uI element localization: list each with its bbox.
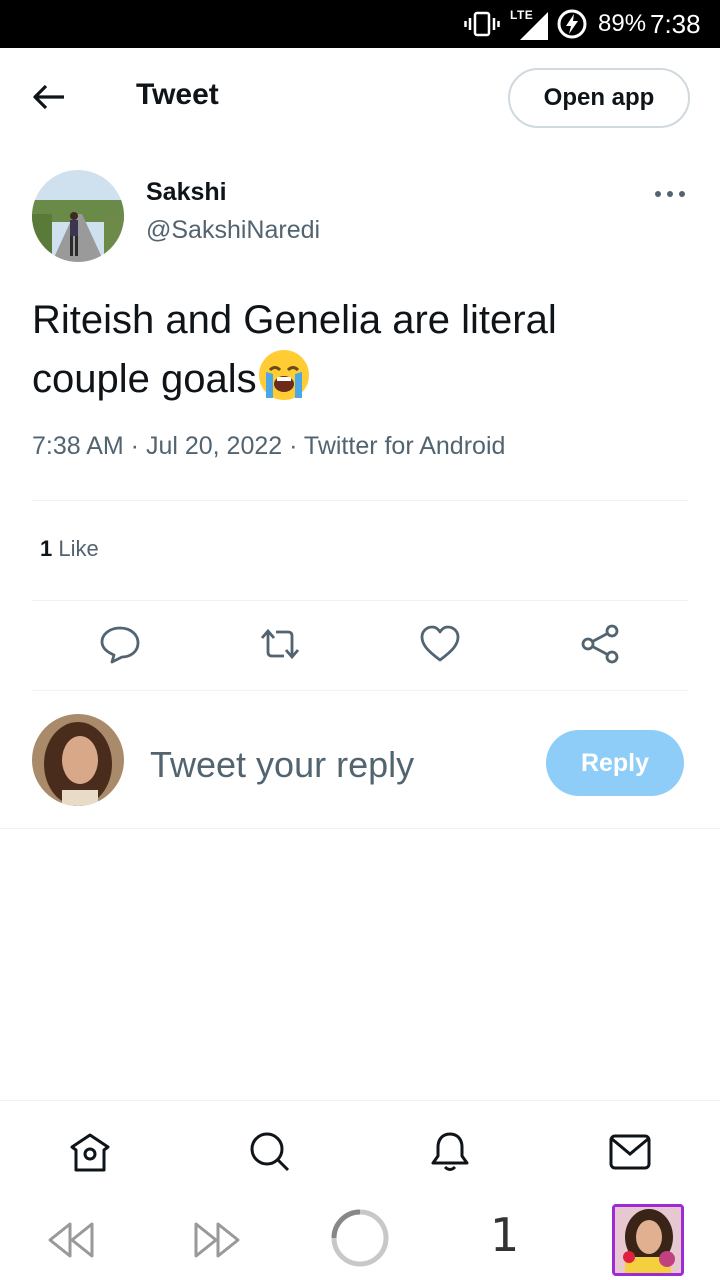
reply-button[interactable]: Reply: [546, 730, 684, 796]
likes-number: 1: [40, 536, 53, 561]
like-heart-icon[interactable]: [418, 622, 462, 666]
bottom-nav-divider: [0, 1100, 720, 1101]
likes-label: Like: [58, 536, 99, 561]
likes-count[interactable]: 1 Like: [40, 536, 99, 562]
tweet-text: Riteish and Genelia are literal couple g…: [32, 292, 682, 407]
author-handle[interactable]: @SakshiNaredi: [146, 216, 320, 245]
header: Tweet Open app: [0, 48, 720, 148]
user-avatar: [32, 714, 124, 806]
tweet-text-line-2: couple goals: [32, 357, 257, 401]
open-app-button[interactable]: Open app: [508, 68, 690, 128]
more-options-icon[interactable]: [650, 180, 690, 210]
reply-icon[interactable]: [98, 622, 142, 666]
profile-thumbnail[interactable]: [612, 1204, 684, 1276]
battery-level: 89%: [598, 10, 647, 37]
divider: [32, 500, 688, 501]
author-name[interactable]: Sakshi: [146, 178, 227, 207]
signal-icon: [520, 12, 548, 40]
tab-count[interactable]: 1: [490, 1208, 519, 1262]
retweet-icon[interactable]: [258, 622, 302, 666]
reply-input[interactable]: [150, 740, 530, 790]
page-title: Tweet: [136, 78, 219, 111]
home-icon[interactable]: [68, 1130, 112, 1174]
loudly-crying-face-icon: [258, 350, 309, 400]
status-bar: LTE 89% 7:38: [0, 0, 720, 48]
rewind-icon[interactable]: [46, 1214, 98, 1266]
battery-saver-icon: [557, 9, 587, 39]
vibrate-icon: [464, 11, 500, 37]
tweet-text-line-1: Riteish and Genelia are literal: [32, 298, 557, 342]
divider: [32, 600, 688, 601]
share-icon[interactable]: [578, 622, 622, 666]
tweet-timestamp: 7:38 AM · Jul 20, 2022 · Twitter for And…: [32, 432, 506, 460]
divider: [0, 828, 720, 829]
divider: [32, 690, 688, 691]
reload-spinner-icon[interactable]: [330, 1208, 390, 1268]
back-arrow-icon[interactable]: [30, 82, 70, 112]
status-time: 7:38: [650, 9, 701, 39]
search-icon[interactable]: [248, 1130, 292, 1174]
messages-mail-icon[interactable]: [608, 1130, 652, 1174]
author-avatar[interactable]: [32, 170, 124, 262]
notifications-bell-icon[interactable]: [428, 1130, 472, 1174]
fast-forward-icon[interactable]: [190, 1214, 242, 1266]
